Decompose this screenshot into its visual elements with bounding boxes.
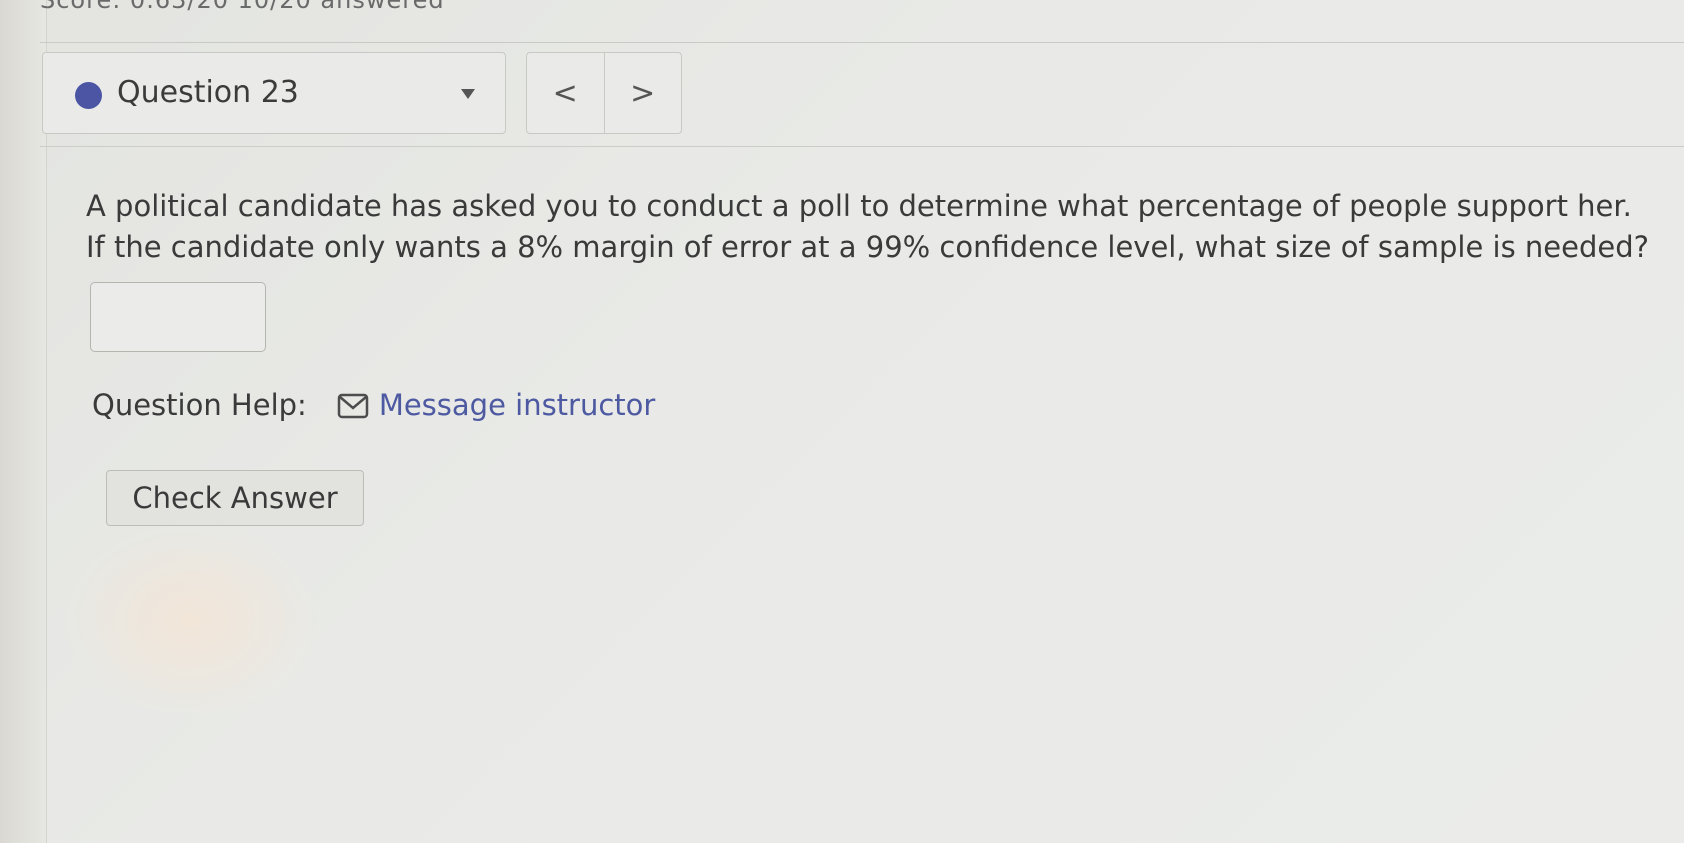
question-help-label: Question Help: [92,388,307,422]
question-text: A political candidate has asked you to c… [86,186,1676,268]
question-help-row: Question Help: Message instructor [92,388,655,422]
question-text-line-2: If the candidate only wants a 8% margin … [86,230,1650,264]
divider-bottom [40,146,1684,147]
message-instructor-label: Message instructor [378,388,656,422]
divider-top [40,42,1684,43]
screen-glare [60,520,320,720]
score-summary: Score: 0.63/20 10/20 answered [40,0,445,14]
question-text-line-1: A political candidate has asked you to c… [86,189,1632,223]
chevron-right-icon: > [630,75,656,111]
check-answer-button[interactable]: Check Answer [106,470,364,526]
question-nav-group: < > [526,52,682,134]
next-question-button[interactable]: > [605,53,682,133]
window-left-edge [0,0,47,843]
mail-icon [337,392,369,419]
previous-question-button[interactable]: < [527,53,605,133]
message-instructor-link[interactable]: Message instructor [337,388,656,422]
caret-down-icon [461,89,475,99]
question-status-dot [75,82,102,109]
answer-input[interactable] [90,282,266,352]
question-selector[interactable]: Question 23 [42,52,506,134]
chevron-left-icon: < [552,75,578,111]
question-selector-label: Question 23 [117,75,299,110]
